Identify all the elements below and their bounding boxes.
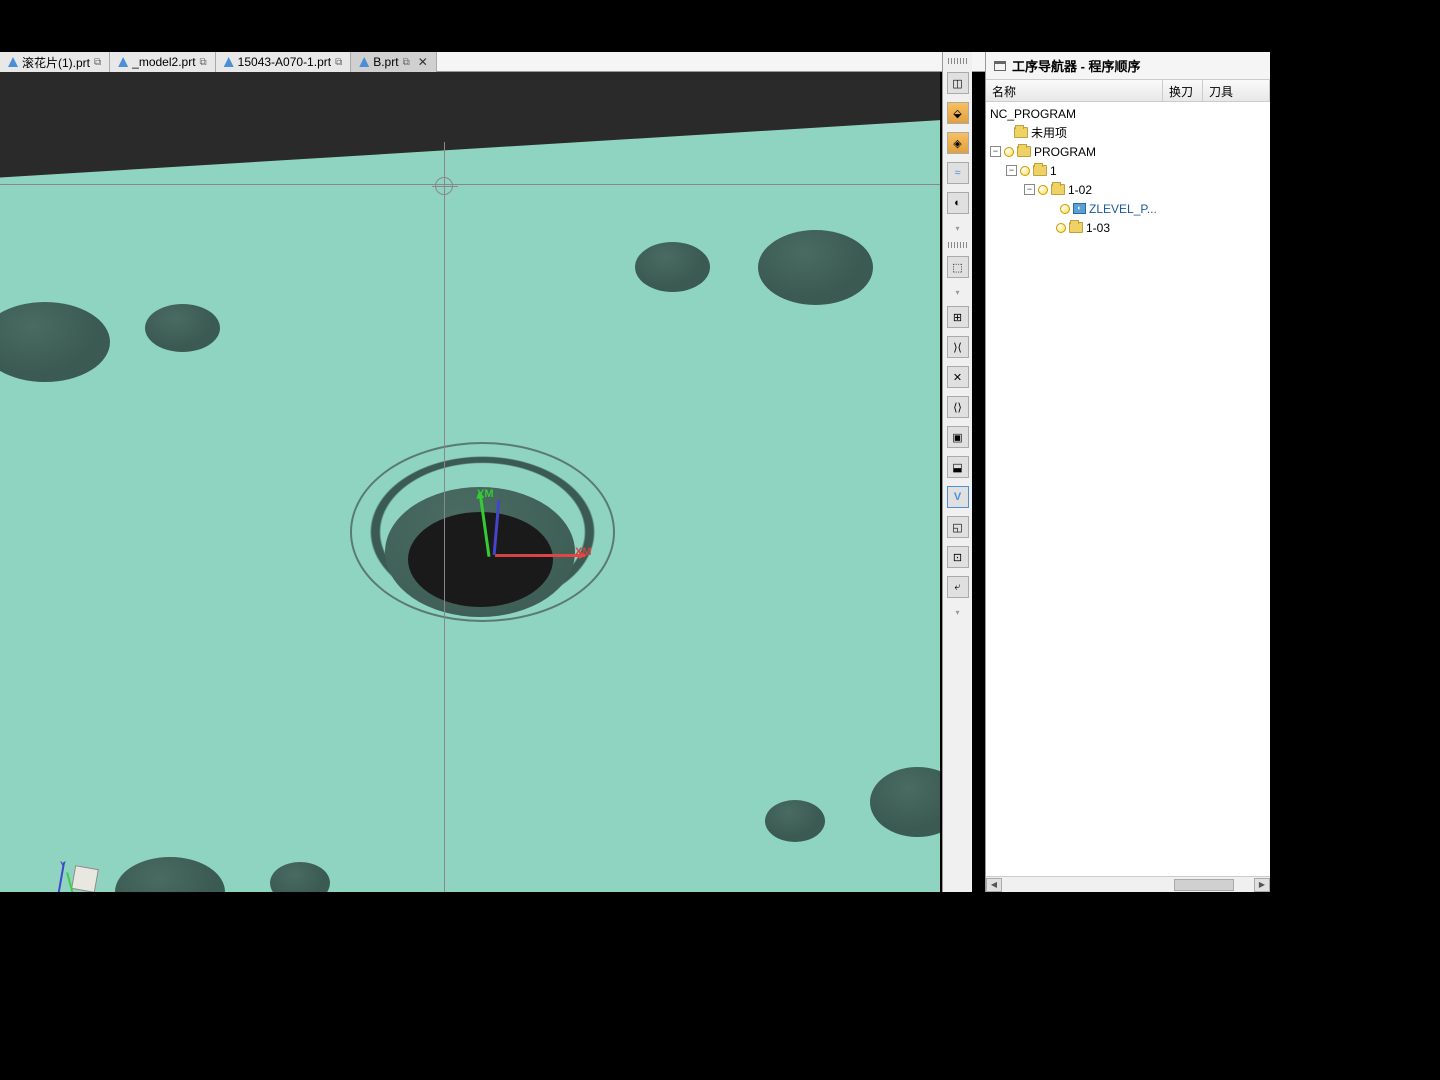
- bulb-icon: [1056, 223, 1066, 233]
- tab-file-1[interactable]: 滚花片(1).prt ⧉: [0, 52, 110, 72]
- tree-operation-zlevel[interactable]: ◐ ZLEVEL_P... H-D10铬: [986, 199, 1270, 218]
- navigator-column-headers: 名称 换刀 刀具: [986, 80, 1270, 102]
- tab-label: _model2.prt: [132, 55, 195, 69]
- operation-navigator-panel: 工序导航器 - 程序顺序 名称 换刀 刀具 NC_PROGRAM 未用项 − P…: [985, 52, 1270, 892]
- operation-icon: ◐: [1073, 203, 1086, 214]
- program-tree: NC_PROGRAM 未用项 − PROGRAM − 1 −: [986, 102, 1270, 239]
- node-label: 1-03: [1086, 221, 1110, 235]
- right-toolbar: ◫ ⬙ ◈ ≈ ◐ ▾ ⬚ ▾ ⊞ ⟩⟨ ✕ ⟨⟩ ▣ ⬓ V ◱ ⊡ ⤶ ▾: [942, 52, 972, 892]
- tab-label: 滚花片(1).prt: [22, 54, 90, 71]
- model-hole: [758, 230, 873, 305]
- tab-file-3[interactable]: 15043-A070-1.prt ⧉: [216, 52, 352, 72]
- node-label: ZLEVEL_P...: [1089, 202, 1157, 216]
- cursor-crosshair-h: [0, 184, 940, 185]
- part-icon: [359, 57, 369, 67]
- cursor-crosshair-v: [444, 142, 445, 892]
- node-label: 1-02: [1068, 183, 1092, 197]
- horizontal-scrollbar[interactable]: ◀ ▶: [986, 876, 1270, 892]
- navigator-tree: NC_PROGRAM 未用项 − PROGRAM − 1 −: [986, 102, 1270, 872]
- model-hole: [765, 800, 825, 842]
- folder-icon: [1051, 184, 1065, 195]
- tool-button-4[interactable]: ≈: [947, 162, 969, 184]
- wcs-triad[interactable]: X Y: [55, 862, 110, 892]
- tree-root[interactable]: NC_PROGRAM: [986, 104, 1270, 123]
- folder-icon: [1033, 165, 1047, 176]
- scroll-track[interactable]: [1002, 878, 1254, 892]
- collapse-icon[interactable]: −: [1024, 184, 1035, 195]
- mcs-triad[interactable]: XM YM: [475, 492, 595, 572]
- tool-button-12[interactable]: ⬓: [947, 456, 969, 478]
- window-icon: [994, 61, 1006, 71]
- tool-button-9[interactable]: ✕: [947, 366, 969, 388]
- folder-icon: [1017, 146, 1031, 157]
- scroll-left-arrow[interactable]: ◀: [986, 878, 1002, 892]
- folder-icon: [1069, 222, 1083, 233]
- tab-file-2[interactable]: _model2.prt ⧉: [110, 52, 216, 72]
- mcs-x-label: XM: [575, 546, 592, 558]
- cursor-reticle: [435, 177, 453, 195]
- close-icon[interactable]: ✕: [418, 55, 428, 69]
- folder-icon: [1014, 127, 1028, 138]
- restore-icon[interactable]: ⧉: [335, 57, 342, 68]
- part-icon: [224, 57, 234, 67]
- column-toolchange[interactable]: 换刀: [1163, 80, 1203, 101]
- column-tool[interactable]: 刀具: [1203, 80, 1270, 101]
- model-hole: [635, 242, 710, 292]
- scroll-thumb[interactable]: [1174, 879, 1234, 891]
- restore-icon[interactable]: ⧉: [94, 57, 101, 68]
- tool-button-5[interactable]: ◐: [947, 192, 969, 214]
- part-icon: [8, 57, 18, 67]
- model-hole: [145, 304, 220, 352]
- tool-button-7[interactable]: ⊞: [947, 306, 969, 328]
- toolbar-expander[interactable]: ▾: [948, 606, 968, 618]
- 3d-viewport[interactable]: XM YM X Y: [0, 72, 940, 892]
- node-label: 未用项: [1031, 124, 1067, 141]
- tab-file-4[interactable]: B.prt ⧉ ✕: [351, 52, 437, 72]
- tree-group-1-02[interactable]: − 1-02: [986, 180, 1270, 199]
- tool-button-3[interactable]: ◈: [947, 132, 969, 154]
- wcs-y-label: Y: [60, 860, 66, 870]
- tool-button-8[interactable]: ⟩⟨: [947, 336, 969, 358]
- tab-label: 15043-A070-1.prt: [238, 55, 331, 69]
- restore-icon[interactable]: ⧉: [403, 57, 410, 68]
- wcs-origin-cube: [71, 865, 99, 892]
- bulb-icon: [1020, 166, 1030, 176]
- part-icon: [118, 57, 128, 67]
- mcs-z-axis: [493, 500, 501, 555]
- toolbar-expander[interactable]: ▾: [948, 286, 968, 298]
- mcs-x-axis: [495, 554, 585, 557]
- tool-button-13[interactable]: ◱: [947, 516, 969, 538]
- tree-group-1[interactable]: − 1: [986, 161, 1270, 180]
- tool-button-2[interactable]: ⬙: [947, 102, 969, 124]
- navigator-header: 工序导航器 - 程序顺序: [986, 52, 1270, 80]
- tool-button-14[interactable]: ⊡: [947, 546, 969, 568]
- tool-button-6[interactable]: ⬚: [947, 256, 969, 278]
- tool-button-1[interactable]: ◫: [947, 72, 969, 94]
- restore-icon[interactable]: ⧉: [200, 57, 207, 68]
- tool-button-11[interactable]: ▣: [947, 426, 969, 448]
- toolbar-grip[interactable]: [948, 242, 968, 248]
- tool-button-10[interactable]: ⟨⟩: [947, 396, 969, 418]
- tree-program[interactable]: − PROGRAM: [986, 142, 1270, 161]
- tool-button-verify[interactable]: V: [947, 486, 969, 508]
- node-label: NC_PROGRAM: [990, 107, 1076, 121]
- scroll-right-arrow[interactable]: ▶: [1254, 878, 1270, 892]
- node-label: PROGRAM: [1034, 145, 1096, 159]
- tool-button-15[interactable]: ⤶: [947, 576, 969, 598]
- collapse-icon[interactable]: −: [1006, 165, 1017, 176]
- collapse-icon[interactable]: −: [990, 146, 1001, 157]
- mcs-y-axis: [478, 492, 490, 557]
- column-name[interactable]: 名称: [986, 80, 1163, 101]
- navigator-title: 工序导航器 - 程序顺序: [1012, 56, 1141, 75]
- toolbar-grip[interactable]: [948, 58, 968, 64]
- tree-group-1-03[interactable]: 1-03: [986, 218, 1270, 237]
- bulb-icon: [1060, 204, 1070, 214]
- node-label: 1: [1050, 164, 1057, 178]
- tree-unused[interactable]: 未用项: [986, 123, 1270, 142]
- toolbar-expander[interactable]: ▾: [948, 222, 968, 234]
- bulb-icon: [1004, 147, 1014, 157]
- mcs-y-label: YM: [477, 488, 494, 500]
- bulb-icon: [1038, 185, 1048, 195]
- tab-label: B.prt: [373, 55, 398, 69]
